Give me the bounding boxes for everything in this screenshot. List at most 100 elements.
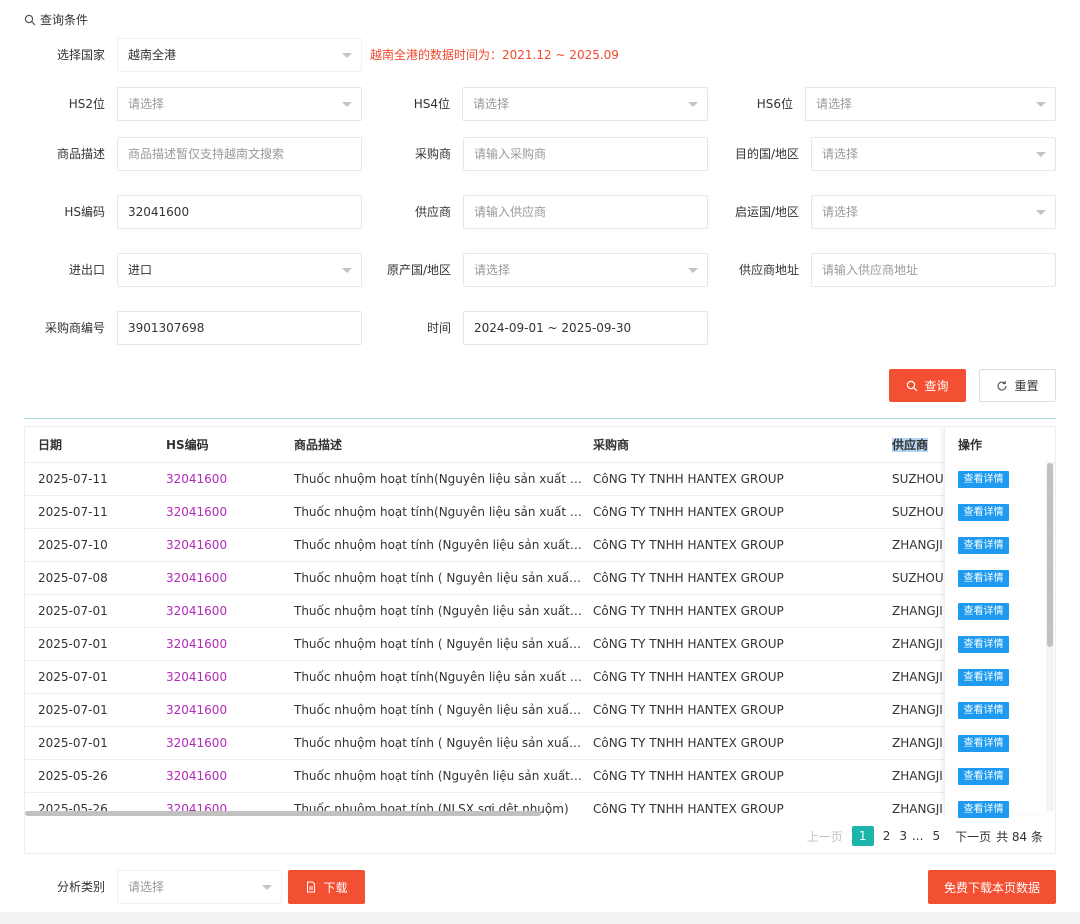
cell-date: 2025-07-01 bbox=[38, 736, 108, 750]
table-row: 2025-07-01 32041600 Thuốc nhuộm hoạt tính … bbox=[25, 694, 1055, 727]
cell-date: 2025-07-08 bbox=[38, 571, 108, 585]
vertical-scroll-thumb[interactable] bbox=[1047, 463, 1053, 647]
buyer-no-input[interactable]: 3901307698 bbox=[117, 311, 362, 345]
hs6-select[interactable]: 请选择 bbox=[805, 87, 1056, 121]
page-2[interactable]: 2 bbox=[883, 829, 891, 843]
cell-hs-code[interactable]: 32041600 bbox=[166, 463, 286, 496]
filter-row-desc: 商品描述 商品描述暂仅支持越南文搜索 采购商 请输入采购商 目的国/地区 请选择 bbox=[0, 137, 1080, 171]
view-detail-button[interactable]: 查看详情 bbox=[958, 669, 1009, 686]
horizontal-scrollbar[interactable] bbox=[25, 809, 1047, 817]
col-hs-code[interactable]: HS编码 bbox=[166, 427, 209, 463]
table-row: 2025-07-10 32041600 Thuốc nhuộm hoạt tính … bbox=[25, 529, 1055, 562]
table-row: 2025-07-01 32041600 Thuốc nhuộm hoạt tính … bbox=[25, 727, 1055, 760]
search-button-label: 查询 bbox=[924, 379, 949, 393]
cell-hs-code[interactable]: 32041600 bbox=[166, 727, 286, 760]
horizontal-scroll-thumb[interactable] bbox=[25, 811, 541, 816]
bottom-bar: 分析类别 请选择 下载 免费下载本页数据 bbox=[0, 870, 1080, 904]
table-row: 2025-05-26 32041600 Thuốc nhuộm hoạt tính … bbox=[25, 760, 1055, 793]
cell-supplier: ZHANGJI bbox=[892, 736, 943, 750]
io-label: 进出口 bbox=[68, 263, 105, 277]
cell-date: 2025-07-10 bbox=[38, 538, 108, 552]
cell-date: 2025-07-01 bbox=[38, 604, 108, 618]
cell-desc: Thuốc nhuộm hoạt tính (Nguyên liệu sản x… bbox=[294, 769, 584, 783]
cell-hs-code[interactable]: 32041600 bbox=[166, 496, 286, 529]
page-3[interactable]: 3 bbox=[899, 829, 907, 843]
view-detail-button[interactable]: 查看详情 bbox=[958, 471, 1009, 488]
buyer-input[interactable]: 请输入采购商 bbox=[463, 137, 708, 171]
desc-input[interactable]: 商品描述暂仅支持越南文搜索 bbox=[117, 137, 362, 171]
next-page-button[interactable]: 下一页 bbox=[955, 828, 991, 845]
cell-buyer: CôNG TY TNHH HANTEX GROUP bbox=[593, 637, 784, 651]
depart-select[interactable]: 请选择 bbox=[811, 195, 1056, 229]
country-select[interactable]: 越南全港 bbox=[117, 38, 362, 72]
view-detail-button[interactable]: 查看详情 bbox=[958, 537, 1009, 554]
time-range-picker[interactable]: 2024-09-01 ~ 2025-09-30 bbox=[463, 311, 708, 345]
table-row: 2025-07-08 32041600 Thuốc nhuộm hoạt tính … bbox=[25, 562, 1055, 595]
page-ellipsis[interactable]: ... bbox=[912, 829, 923, 843]
free-download-button-label: 免费下载本页数据 bbox=[943, 880, 1040, 895]
view-detail-button[interactable]: 查看详情 bbox=[958, 768, 1009, 785]
io-select[interactable]: 进口 bbox=[117, 253, 362, 287]
supplier-input[interactable]: 请输入供应商 bbox=[463, 195, 708, 229]
cell-supplier: SUZHOU bbox=[892, 472, 944, 486]
filter-row-hs: HS2位 请选择 HS4位 请选择 HS6位 请选择 bbox=[0, 87, 1080, 121]
depart-label: 启运国/地区 bbox=[734, 205, 799, 219]
pagination: 上一页 1 2 3 ... 5 下一页 共 84 条 bbox=[807, 825, 1043, 847]
reset-button[interactable]: 重置 bbox=[979, 369, 1056, 402]
cell-buyer: CôNG TY TNHH HANTEX GROUP bbox=[593, 703, 784, 717]
analysis-select[interactable]: 请选择 bbox=[117, 870, 282, 904]
section-divider bbox=[24, 418, 1056, 419]
hs-code-input[interactable]: 32041600 bbox=[117, 195, 362, 229]
prev-page-button[interactable]: 上一页 bbox=[807, 828, 843, 845]
vertical-scrollbar[interactable] bbox=[1046, 463, 1054, 811]
cell-hs-code[interactable]: 32041600 bbox=[166, 562, 286, 595]
fixed-operation-column: 操作 查看详情 查看详情 查看详情 查看详情 查看详情 查看详情 查看详情 查看详情 查看详情查… bbox=[944, 427, 1047, 818]
search-icon bbox=[907, 380, 918, 391]
col-buyer[interactable]: 采购商 bbox=[593, 427, 629, 463]
hs4-placeholder: 请选择 bbox=[473, 97, 510, 111]
supplier-addr-input[interactable]: 请输入供应商地址 bbox=[811, 253, 1056, 287]
cell-hs-code[interactable]: 32041600 bbox=[166, 760, 286, 793]
dest-select[interactable]: 请选择 bbox=[811, 137, 1056, 171]
col-supplier[interactable]: 供应商 bbox=[892, 427, 929, 463]
cell-hs-code[interactable]: 32041600 bbox=[166, 529, 286, 562]
origin-select[interactable]: 请选择 bbox=[463, 253, 708, 287]
page-1[interactable]: 1 bbox=[851, 826, 874, 846]
hs2-select[interactable]: 请选择 bbox=[117, 87, 362, 121]
table-row: 2025-07-11 32041600 Thuốc nhuộm hoạt tính(… bbox=[25, 496, 1055, 529]
download-button[interactable]: 下载 bbox=[288, 870, 365, 904]
view-detail-button[interactable]: 查看详情 bbox=[958, 636, 1009, 653]
cell-hs-code[interactable]: 32041600 bbox=[166, 595, 286, 628]
cell-buyer: CôNG TY TNHH HANTEX GROUP bbox=[593, 538, 784, 552]
cell-supplier: ZHANGJI bbox=[892, 703, 943, 717]
cell-supplier: ZHANGJI bbox=[892, 670, 943, 684]
view-detail-button[interactable]: 查看详情 bbox=[958, 603, 1009, 620]
view-detail-button[interactable]: 查看详情 bbox=[958, 504, 1009, 521]
free-download-button[interactable]: 免费下载本页数据 bbox=[928, 870, 1056, 904]
view-detail-button[interactable]: 查看详情 bbox=[958, 570, 1009, 587]
results-table: 日期 HS编码 商品描述 采购商 供应商 2025-07-11 32041600 T… bbox=[24, 426, 1056, 854]
table-row: 2025-07-01 32041600 Thuốc nhuộm hoạt tính(… bbox=[25, 661, 1055, 694]
reset-button-label: 重置 bbox=[1014, 379, 1039, 393]
chevron-down-icon bbox=[1036, 152, 1046, 157]
col-date[interactable]: 日期 bbox=[38, 427, 62, 463]
chevron-down-icon bbox=[262, 885, 272, 890]
hs4-select[interactable]: 请选择 bbox=[462, 87, 708, 121]
cell-hs-code[interactable]: 32041600 bbox=[166, 694, 286, 727]
hs6-placeholder: 请选择 bbox=[816, 97, 853, 111]
buyer-no-label: 采购商编号 bbox=[44, 321, 105, 335]
page-footer-shade bbox=[0, 912, 1080, 924]
search-button[interactable]: 查询 bbox=[889, 369, 966, 402]
page-5[interactable]: 5 bbox=[932, 829, 940, 843]
view-detail-button[interactable]: 查看详情 bbox=[958, 702, 1009, 719]
col-operation: 操作 bbox=[958, 438, 983, 452]
cell-buyer: CôNG TY TNHH HANTEX GROUP bbox=[593, 769, 784, 783]
supplier-label: 供应商 bbox=[414, 205, 451, 219]
cell-hs-code[interactable]: 32041600 bbox=[166, 661, 286, 694]
view-detail-button[interactable]: 查看详情 bbox=[958, 735, 1009, 752]
query-panel-title: 查询条件 bbox=[24, 11, 88, 28]
cell-desc: Thuốc nhuộm hoạt tính ( Nguyên liệu sản … bbox=[294, 571, 584, 585]
col-desc[interactable]: 商品描述 bbox=[294, 427, 342, 463]
cell-desc: Thuốc nhuộm hoạt tính (Nguyên liệu sản x… bbox=[294, 604, 584, 618]
cell-hs-code[interactable]: 32041600 bbox=[166, 628, 286, 661]
